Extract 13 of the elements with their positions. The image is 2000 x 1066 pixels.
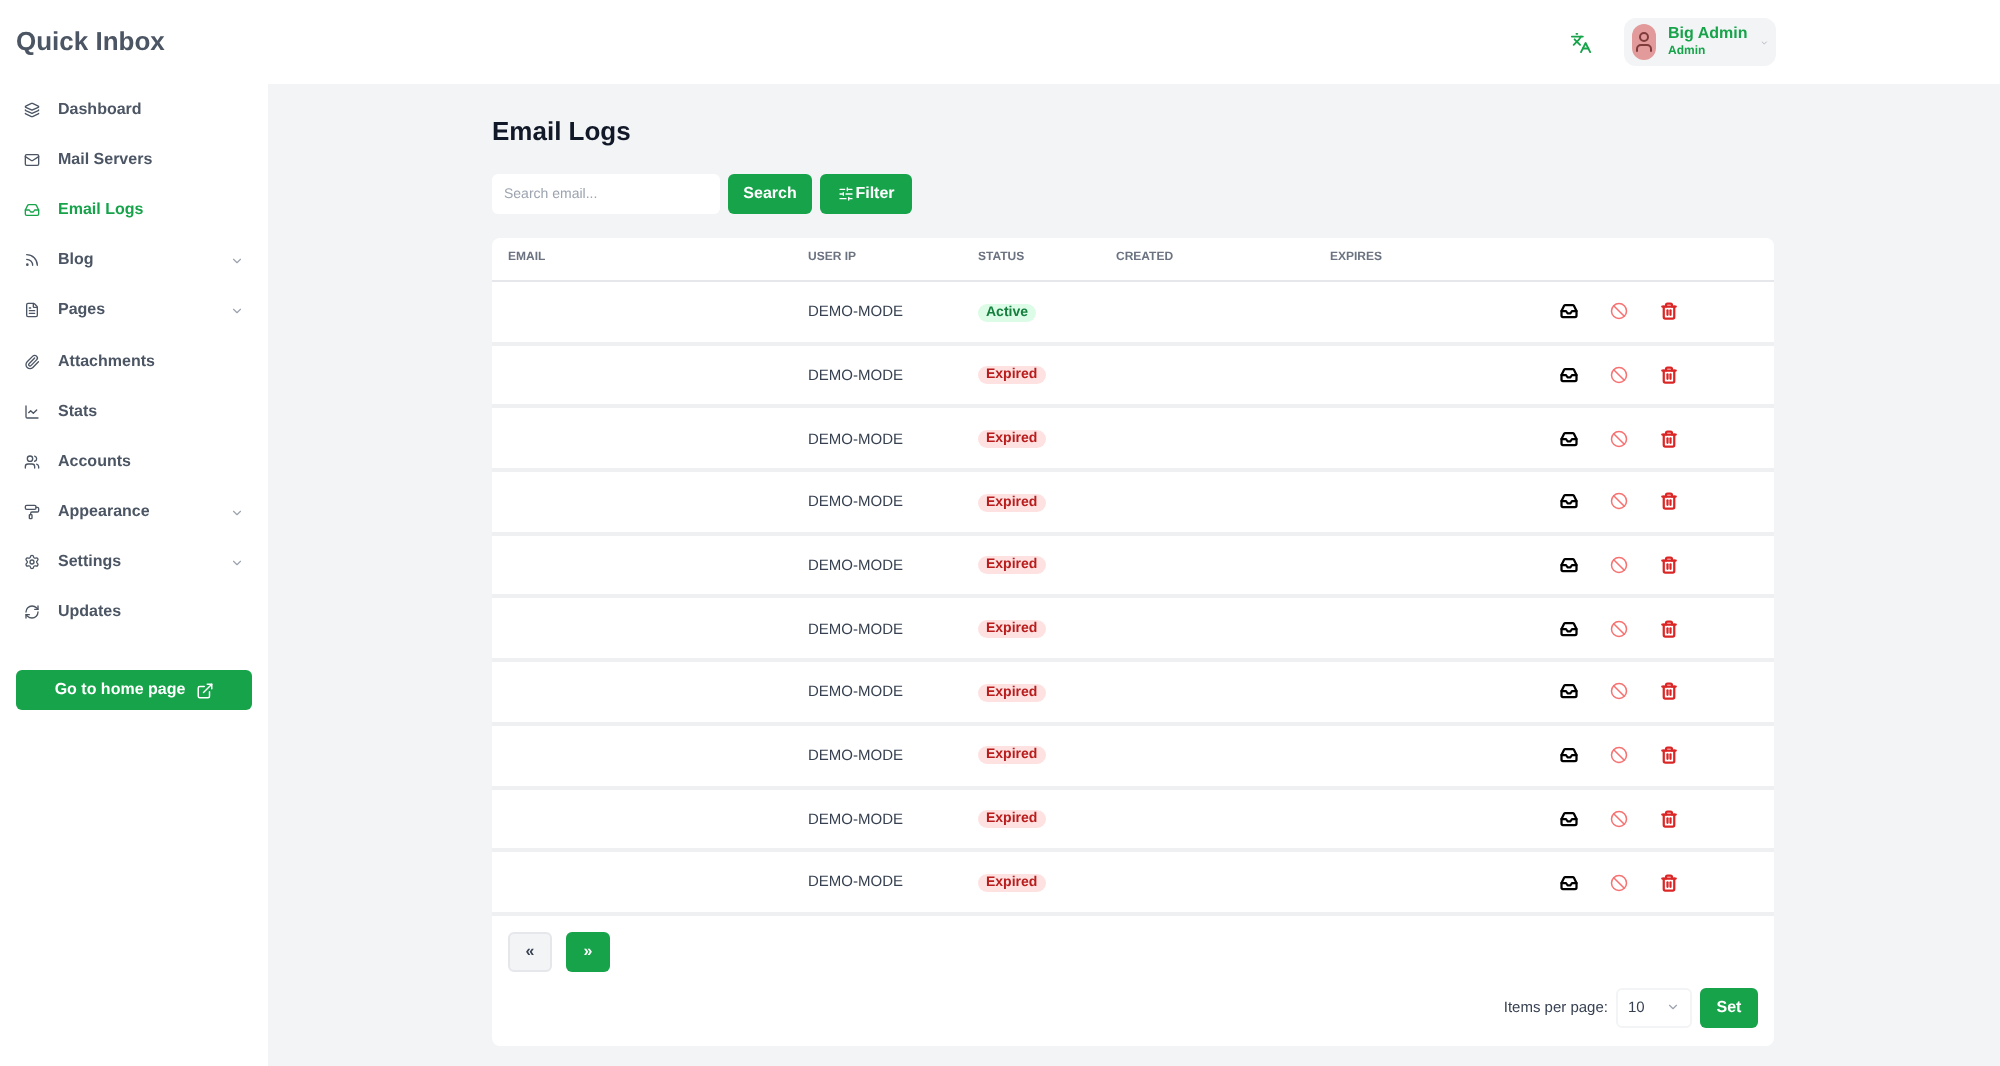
sidebar-item[interactable]: Appearance [16,487,252,538]
sidebar-item[interactable]: Dashboard [16,84,252,135]
sidebar-item[interactable]: Updates [16,587,252,639]
app-title: Quick Inbox [16,24,165,61]
sidebar-item[interactable]: Settings [16,537,252,588]
sidebar-item[interactable]: Mail Servers [16,134,252,185]
sidebar-item[interactable]: Blog [16,235,252,286]
sidebar-item[interactable]: Accounts [16,436,252,487]
user-name: Big Admin [1668,26,1748,42]
page-title: Email Logs [492,116,633,148]
sidebar-item[interactable]: Pages [16,285,252,336]
sidebar-item[interactable]: Attachments [16,335,252,387]
sidebar-item[interactable]: Stats [16,386,252,437]
